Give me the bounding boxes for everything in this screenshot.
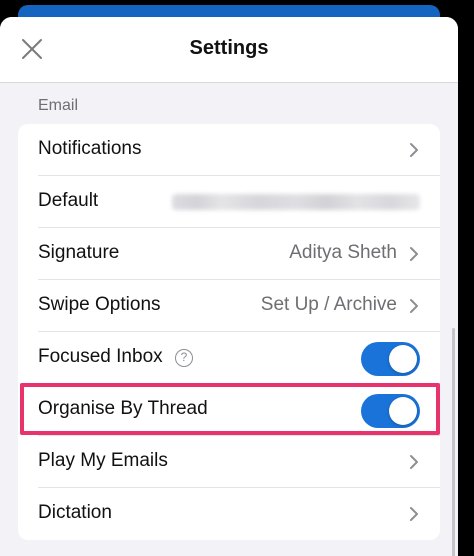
settings-header: Settings xyxy=(0,17,458,83)
focused-inbox-toggle[interactable] xyxy=(361,342,420,376)
toggle-knob xyxy=(389,397,417,425)
settings-sheet: Settings Email Notifications Default Sig… xyxy=(0,17,458,556)
row-swipe-options[interactable]: Swipe Options Set Up / Archive xyxy=(18,280,440,332)
row-play-my-emails[interactable]: Play My Emails xyxy=(18,436,440,488)
section-label-email: Email xyxy=(38,97,79,114)
email-settings-list: Notifications Default Signature Aditya S… xyxy=(18,124,440,540)
row-label: Organise By Thread xyxy=(38,398,208,419)
chevron-right-icon xyxy=(410,247,418,261)
row-label: Default xyxy=(38,190,99,211)
row-label: Signature xyxy=(38,242,120,263)
row-dictation[interactable]: Dictation xyxy=(18,488,440,540)
organise-by-thread-toggle[interactable] xyxy=(361,394,420,428)
page-title: Settings xyxy=(189,37,269,59)
chevron-right-icon xyxy=(410,143,418,157)
row-label: Focused Inbox xyxy=(38,346,163,367)
row-label: Swipe Options xyxy=(38,294,161,315)
row-label: Dictation xyxy=(38,502,112,523)
row-notifications[interactable]: Notifications xyxy=(18,124,440,176)
toggle-knob xyxy=(389,345,417,373)
chevron-right-icon xyxy=(410,455,418,469)
signature-value: Aditya Sheth xyxy=(289,242,397,263)
scrollbar[interactable] xyxy=(452,328,455,556)
row-organise-by-thread: Organise By Thread xyxy=(18,384,440,436)
row-signature[interactable]: Signature Aditya Sheth xyxy=(18,228,440,280)
chevron-right-icon xyxy=(410,299,418,313)
row-default-account[interactable]: Default xyxy=(18,176,440,228)
row-label: Play My Emails xyxy=(38,450,168,471)
default-email-redacted xyxy=(172,194,420,210)
help-icon[interactable]: ? xyxy=(175,349,193,367)
row-focused-inbox: Focused Inbox ? xyxy=(18,332,440,384)
swipe-options-value: Set Up / Archive xyxy=(260,294,397,315)
chevron-right-icon xyxy=(410,507,418,521)
row-label: Notifications xyxy=(38,138,142,159)
